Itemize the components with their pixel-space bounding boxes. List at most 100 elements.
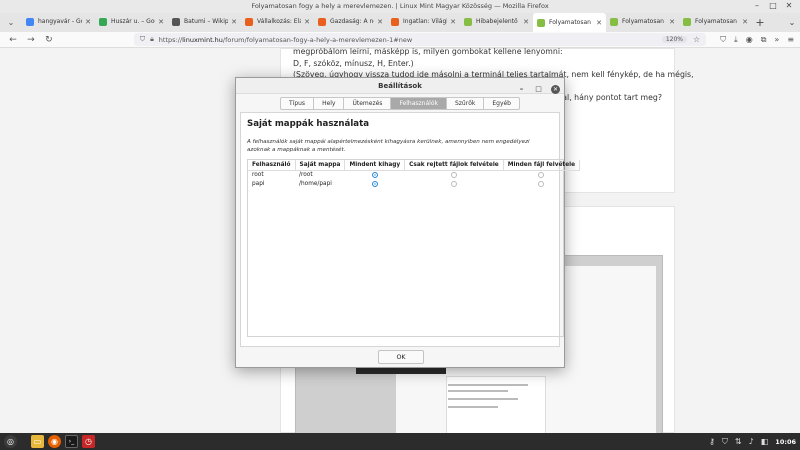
close-tab-icon[interactable]: ✕	[669, 18, 675, 26]
section-title: Saját mappák használata	[247, 119, 369, 129]
close-tab-icon[interactable]: ✕	[377, 18, 383, 26]
browser-tab[interactable]: Folyamatosan fogy✕	[606, 13, 679, 30]
tab-label: Ingatlan: Világhírű g	[403, 18, 447, 25]
browser-tabs: hangyavár - Google✕Huszár u. – Google T✕…	[22, 13, 752, 32]
maximize-icon[interactable]: □	[768, 1, 778, 11]
bookmark-star-icon[interactable]: ☆	[693, 35, 700, 44]
tab-label: Gazdaság: A nettó á	[330, 18, 374, 25]
browser-tab[interactable]: Batumi – Wikipédia✕	[168, 13, 241, 30]
minimize-icon[interactable]: –	[517, 81, 526, 97]
users-panel: Saját mappák használata A felhasználók s…	[240, 112, 581, 347]
window-controls: – □ ✕	[752, 1, 794, 11]
url-text[interactable]: https://linuxmint.hu/forum/folyamatosan-…	[159, 36, 412, 44]
close-tab-icon[interactable]: ✕	[742, 18, 748, 26]
dialog-tabs: Típus Hely Ütemezés Felhasználók Szűrők Egyéb	[236, 97, 564, 110]
section-description: A felhasználók saját mappái alapértelmez…	[247, 139, 530, 153]
download-icon[interactable]: ⤓	[734, 35, 738, 45]
column-header-hidden-only[interactable]: Csak rejtett fájlok felvétele	[404, 160, 504, 171]
close-icon[interactable]: ✕	[784, 1, 794, 11]
column-header-home[interactable]: Saját mappa	[295, 160, 346, 171]
radio-button[interactable]	[538, 180, 545, 187]
browser-tab[interactable]: hangyavár - Google✕	[22, 13, 95, 30]
terminal-icon[interactable]: ›_	[65, 435, 78, 448]
zoom-level[interactable]: 120%	[661, 36, 687, 43]
mint-menu-icon[interactable]: ◎	[4, 435, 17, 448]
close-tab-icon[interactable]: ✕	[231, 18, 237, 26]
browser-tab[interactable]: Ingatlan: Világhírű g✕	[387, 13, 460, 30]
close-icon[interactable]: ✕	[551, 84, 560, 94]
dialog-tab[interactable]: Hely	[314, 97, 345, 110]
close-tab-icon[interactable]: ✕	[304, 18, 310, 26]
minimize-icon[interactable]: –	[752, 1, 762, 11]
radio-button[interactable]	[450, 180, 457, 187]
browser-tab[interactable]: Folyamatosan fogy✕	[679, 13, 752, 30]
lock-icon[interactable]: 🔒︎	[150, 35, 154, 44]
key-icon[interactable]: ⚷	[709, 437, 715, 446]
close-tab-icon[interactable]: ✕	[85, 18, 91, 26]
dialog-tab[interactable]: Felhasználók	[391, 97, 447, 110]
tab-list-icon[interactable]: ⌄	[4, 18, 18, 27]
maximize-icon[interactable]: □	[534, 81, 543, 97]
home-folder: /home/papi	[299, 181, 332, 187]
radio-button[interactable]	[371, 172, 378, 178]
volume-icon[interactable]: ♪	[749, 437, 754, 446]
dialog-controls: – □ ✕	[517, 81, 560, 97]
browser-tab[interactable]: Hibabejelentő | Linu✕	[460, 13, 533, 30]
network-icon[interactable]: ⇅	[735, 437, 742, 446]
post-line: D, F, szóköz, mínusz, H, Enter.)	[293, 58, 414, 68]
window-title: Folyamatosan fogy a hely a merevlemezen.…	[251, 2, 549, 10]
radio-button[interactable]	[371, 180, 378, 187]
timeshift-icon[interactable]: ◷	[82, 435, 95, 448]
notification-icon[interactable]: ◧	[761, 437, 769, 446]
dialog-tab[interactable]: Típus	[279, 97, 315, 110]
favicon-icon	[245, 17, 253, 26]
dialog-tab[interactable]: Szűrők	[446, 97, 485, 110]
radio-cell	[405, 180, 504, 189]
browser-tab[interactable]: Folyamatosan fogy✕	[533, 13, 606, 32]
dialog-tab[interactable]: Egyéb	[484, 97, 520, 110]
browser-tab[interactable]: Huszár u. – Google T✕	[95, 13, 168, 30]
column-header-user[interactable]: Felhasználó	[248, 160, 296, 171]
post-line: megpróbálom leírni, másképp is, milyen g…	[293, 48, 563, 56]
browser-tab[interactable]: Gazdaság: A nettó á✕	[314, 13, 387, 30]
radio-cell	[503, 171, 579, 180]
menu-icon[interactable]: ≡	[787, 35, 794, 45]
radio-cell	[405, 171, 504, 180]
navigation-bar: ← → ↻ ⛉ 🔒︎ https://linuxmint.hu/forum/fo…	[0, 32, 800, 48]
account-icon[interactable]: ◉	[746, 35, 753, 45]
dialog-tab[interactable]: Ütemezés	[344, 97, 392, 110]
column-header-exclude-all[interactable]: Mindent kihagy	[344, 160, 406, 171]
all-tabs-icon[interactable]: ⌄	[784, 18, 800, 27]
tab-label: Batumi – Wikipédia	[184, 18, 229, 25]
reload-icon[interactable]: ↻	[42, 35, 56, 45]
extensions-icon[interactable]: ⧉	[761, 35, 767, 45]
favicon-icon	[683, 17, 691, 26]
ok-button[interactable]: OK	[378, 350, 424, 364]
tab-label: Hibabejelentő | Linu	[476, 18, 520, 25]
forward-icon[interactable]: →	[24, 35, 38, 45]
shield-icon[interactable]: ⛉	[140, 35, 145, 44]
more-tools-icon[interactable]: »	[774, 35, 779, 45]
url-bar[interactable]: ⛉ 🔒︎ https://linuxmint.hu/forum/folyamat…	[133, 33, 707, 46]
favicon-icon	[391, 17, 399, 26]
column-header-all-files[interactable]: Minden fájl felvétele	[503, 160, 581, 171]
pocket-icon[interactable]: ⛉	[720, 35, 726, 45]
back-icon[interactable]: ←	[6, 35, 20, 45]
table-row[interactable]: papi/home/papi	[248, 180, 580, 189]
close-tab-icon[interactable]: ✕	[158, 18, 164, 26]
favicon-icon	[464, 17, 472, 26]
shield-icon[interactable]: ⛉	[722, 437, 728, 447]
browser-tab[interactable]: Vállalkozás: Elárulta✕	[241, 13, 314, 30]
new-tab-icon[interactable]: +	[752, 16, 768, 29]
close-tab-icon[interactable]: ✕	[523, 18, 529, 26]
table-row[interactable]: root/root	[248, 171, 580, 180]
radio-button[interactable]	[450, 172, 457, 178]
close-tab-icon[interactable]: ✕	[596, 19, 602, 27]
user-name: papi	[252, 181, 265, 187]
firefox-icon[interactable]: ◉	[48, 435, 61, 448]
clock[interactable]: 10:06	[775, 438, 796, 446]
window-titlebar: Folyamatosan fogy a hely a merevlemezen.…	[0, 0, 800, 13]
close-tab-icon[interactable]: ✕	[450, 18, 456, 26]
radio-button[interactable]	[538, 172, 545, 178]
files-icon[interactable]: ▭	[31, 435, 44, 448]
